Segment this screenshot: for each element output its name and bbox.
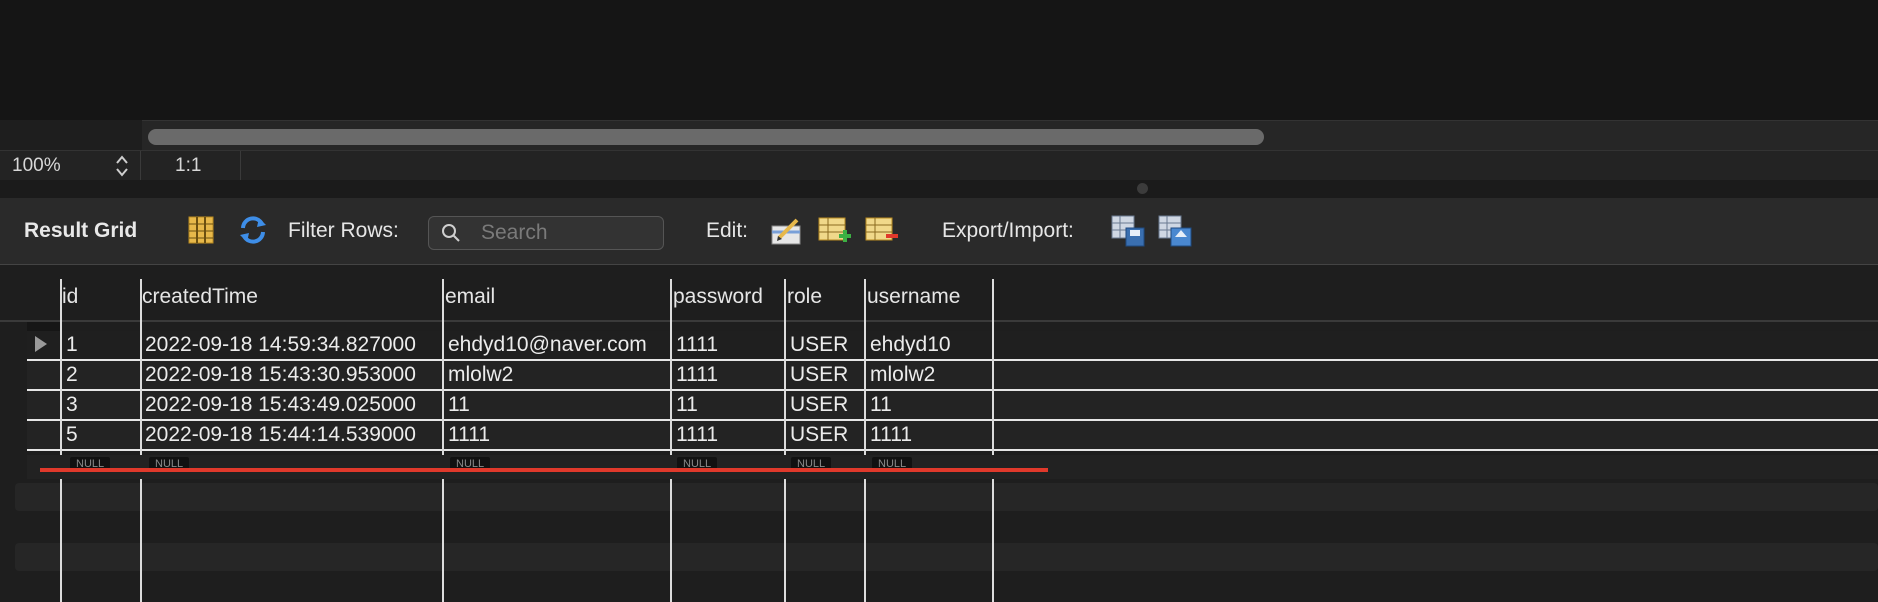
sql-editor-area[interactable] <box>0 0 1878 120</box>
add-row-icon[interactable] <box>817 212 853 248</box>
table-row[interactable]: 1 2022-09-18 14:59:34.827000 ehdyd10@nav… <box>27 331 1878 361</box>
refresh-icon[interactable] <box>235 212 271 248</box>
table-row[interactable]: 5 2022-09-18 15:44:14.539000 1111 1111 U… <box>27 421 1878 451</box>
table-row[interactable]: 2 2022-09-18 15:43:30.953000 mlolw2 1111… <box>27 361 1878 391</box>
cell-username[interactable]: 1111 <box>870 421 912 449</box>
status-separator <box>240 151 241 181</box>
header-divider <box>0 320 1878 322</box>
cell-password[interactable]: 11 <box>676 391 698 419</box>
cell-id[interactable]: 3 <box>66 391 78 419</box>
column-header-role[interactable]: role <box>787 277 822 317</box>
horizontal-scrollbar[interactable] <box>142 120 1878 151</box>
cell-createdtime[interactable]: 2022-09-18 15:43:30.953000 <box>145 361 416 389</box>
column-header-username[interactable]: username <box>867 277 960 317</box>
cell-id[interactable]: 2 <box>66 361 78 389</box>
delete-row-icon[interactable] <box>864 212 900 248</box>
cell-role[interactable]: USER <box>790 331 848 359</box>
result-toolbar: Result Grid Filter Rows: Edit: <box>0 198 1878 265</box>
table-row[interactable]: 3 2022-09-18 15:43:49.025000 11 11 USER … <box>27 391 1878 421</box>
edit-label: Edit: <box>706 219 749 242</box>
import-icon[interactable] <box>1157 212 1193 248</box>
cell-role[interactable]: USER <box>790 421 848 449</box>
column-separator[interactable] <box>442 279 444 602</box>
result-grid-tab[interactable]: Result Grid <box>24 198 137 264</box>
cell-password[interactable]: 1111 <box>676 331 718 359</box>
cell-createdtime[interactable]: 2022-09-18 14:59:34.827000 <box>145 331 416 359</box>
empty-row <box>15 543 1878 571</box>
export-import-label: Export/Import: <box>942 219 1074 242</box>
cell-role[interactable]: USER <box>790 391 848 419</box>
cell-email[interactable]: 1111 <box>448 421 490 449</box>
scrollbar-thumb[interactable] <box>148 129 1264 145</box>
cell-password[interactable]: 1111 <box>676 361 718 389</box>
editor-status-bar: 100% 1:1 <box>0 150 1878 181</box>
splitter-handle[interactable] <box>1137 183 1148 194</box>
empty-row <box>15 483 1878 511</box>
cell-password[interactable]: 1111 <box>676 421 718 449</box>
new-row[interactable]: NULL NULL NULL NULL NULL NULL <box>27 455 1878 479</box>
status-separator <box>140 151 141 181</box>
column-separator[interactable] <box>784 279 786 602</box>
column-header-email[interactable]: email <box>445 277 495 317</box>
column-header-id[interactable]: id <box>62 277 78 317</box>
column-header-createdtime[interactable]: createdTime <box>142 277 258 317</box>
search-input[interactable] <box>479 220 658 246</box>
zoom-stepper-icon[interactable] <box>115 153 129 179</box>
cell-email[interactable]: 11 <box>448 391 470 419</box>
annotation-underline <box>40 468 1048 472</box>
zoom-level[interactable]: 100% <box>12 155 61 177</box>
column-header-password[interactable]: password <box>673 277 763 317</box>
column-separator[interactable] <box>670 279 672 602</box>
panel-splitter[interactable] <box>0 180 1878 198</box>
column-separator[interactable] <box>864 279 866 602</box>
column-separator[interactable] <box>60 279 62 602</box>
cell-createdtime[interactable]: 2022-09-18 15:44:14.539000 <box>145 421 416 449</box>
result-grid: id createdTime email password role usern… <box>0 265 1878 602</box>
cell-id[interactable]: 1 <box>66 331 78 359</box>
filter-rows-label: Filter Rows: <box>288 219 399 242</box>
cell-email[interactable]: mlolw2 <box>448 361 513 389</box>
cell-username[interactable]: mlolw2 <box>870 361 935 389</box>
edit-row-icon[interactable] <box>769 212 805 248</box>
cell-username[interactable]: 11 <box>870 391 892 419</box>
filter-search-box[interactable] <box>428 216 664 250</box>
grid-view-icon[interactable] <box>183 212 219 248</box>
cell-createdtime[interactable]: 2022-09-18 15:43:49.025000 <box>145 391 416 419</box>
cell-role[interactable]: USER <box>790 361 848 389</box>
cell-username[interactable]: ehdyd10 <box>870 331 951 359</box>
cell-id[interactable]: 5 <box>66 421 78 449</box>
current-row-marker-icon <box>35 336 47 352</box>
export-icon[interactable] <box>1110 212 1146 248</box>
column-separator[interactable] <box>992 279 994 602</box>
search-icon <box>442 224 460 242</box>
column-separator[interactable] <box>140 279 142 602</box>
cell-email[interactable]: ehdyd10@naver.com <box>448 331 647 359</box>
cursor-position: 1:1 <box>175 155 202 176</box>
